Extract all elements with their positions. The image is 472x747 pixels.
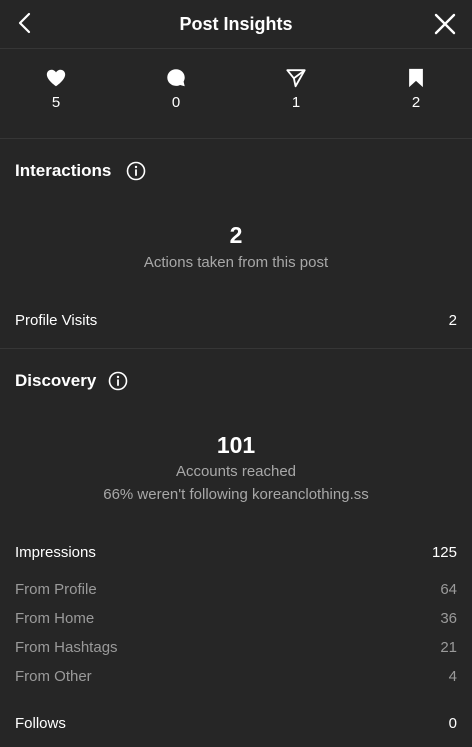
follows-label: Follows bbox=[15, 715, 66, 732]
source-hashtags-value: 21 bbox=[440, 639, 457, 656]
shares-count: 1 bbox=[291, 94, 301, 111]
impressions-value: 125 bbox=[431, 544, 457, 561]
accounts-reached-count: 101 bbox=[216, 432, 256, 458]
discovery-heading: Discovery bbox=[15, 371, 97, 390]
discovery-info-icon[interactable] bbox=[108, 371, 128, 391]
heart-icon bbox=[46, 69, 66, 87]
page-title: Post Insights bbox=[179, 14, 293, 34]
profile-visits-label: Profile Visits bbox=[15, 312, 98, 329]
close-icon[interactable] bbox=[432, 11, 458, 37]
interactions-info-icon[interactable] bbox=[126, 161, 146, 181]
bookmark-icon bbox=[409, 68, 423, 88]
source-hashtags-label: From Hashtags bbox=[15, 639, 118, 656]
non-followers-note: 66% weren't following koreanclothing.ss bbox=[103, 486, 369, 503]
comment-icon bbox=[167, 69, 185, 87]
share-icon bbox=[286, 69, 306, 88]
source-home-label: From Home bbox=[15, 610, 95, 627]
source-home-value: 36 bbox=[440, 610, 457, 627]
impressions-label: Impressions bbox=[15, 544, 96, 561]
interactions-total: 2 bbox=[229, 222, 243, 248]
shares-stat[interactable]: 1 bbox=[266, 67, 326, 111]
source-profile-value: 64 bbox=[440, 581, 457, 598]
likes-count: 5 bbox=[51, 94, 61, 111]
likes-stat[interactable]: 5 bbox=[26, 67, 86, 111]
profile-visits-value: 2 bbox=[448, 312, 457, 329]
source-other-value: 4 bbox=[448, 668, 457, 685]
interactions-caption: Actions taken from this post bbox=[143, 254, 329, 271]
source-profile-label: From Profile bbox=[15, 581, 97, 598]
saves-count: 2 bbox=[411, 94, 421, 111]
section-divider bbox=[0, 348, 472, 349]
source-other-label: From Other bbox=[15, 668, 92, 685]
accounts-reached-caption: Accounts reached bbox=[175, 463, 297, 480]
comments-count: 0 bbox=[171, 94, 181, 111]
interactions-heading: Interactions bbox=[15, 161, 112, 180]
saves-stat[interactable]: 2 bbox=[386, 67, 446, 111]
engagement-stats: 5 0 1 2 bbox=[0, 49, 472, 139]
header-bar: Post Insights bbox=[0, 0, 472, 49]
follows-value: 0 bbox=[448, 715, 457, 732]
comments-stat[interactable]: 0 bbox=[146, 67, 206, 111]
